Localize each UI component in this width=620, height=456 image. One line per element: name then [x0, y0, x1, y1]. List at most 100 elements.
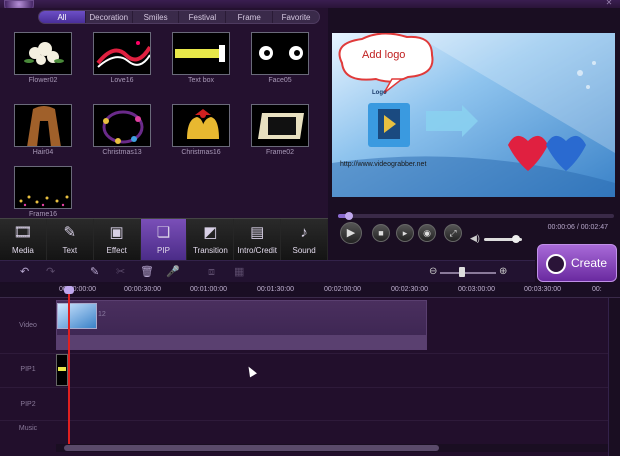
media-icon: 🎞 — [13, 224, 33, 241]
playhead[interactable] — [68, 288, 70, 444]
vertical-scrollbar[interactable] — [608, 298, 620, 456]
library-item-label: Christmas16 — [181, 149, 221, 156]
library-item-flower02[interactable]: Flower02 — [14, 32, 72, 84]
microphone-icon[interactable]: 🎤 — [166, 266, 180, 278]
stop-icon: ■ — [378, 228, 384, 238]
tab-smiles[interactable]: Smiles — [133, 11, 180, 23]
video-clip-thumbnail — [57, 303, 97, 329]
playhead-handle[interactable] — [64, 286, 74, 294]
media-button[interactable]: 🎞 Media — [0, 219, 47, 260]
bubble-text: Add logo — [362, 49, 406, 61]
library-item-face05[interactable]: Face05 — [251, 32, 309, 84]
sound-button[interactable]: ♪ Sound — [281, 219, 329, 260]
video-clip-number: 12 — [98, 311, 106, 318]
next-frame-button[interactable]: ▸ — [396, 224, 414, 242]
fullscreen-button[interactable]: ⤢ — [444, 224, 462, 242]
pip-clip[interactable] — [56, 354, 68, 386]
create-button[interactable]: Create — [537, 244, 617, 282]
horizontal-scrollbar[interactable] — [56, 444, 608, 452]
text-label: Text — [62, 246, 78, 255]
settings-icon[interactable]: ▦ — [234, 266, 244, 278]
library-item-label: Frame02 — [265, 149, 294, 156]
title-bar — [0, 0, 620, 8]
play-icon: ▶ — [346, 227, 356, 239]
transition-label: Transition — [192, 246, 228, 255]
library-item-text-box[interactable]: Text box — [172, 32, 230, 84]
transition-button[interactable]: ◩ Transition — [187, 219, 235, 260]
tab-decoration[interactable]: Decoration — [86, 11, 133, 23]
effect-button[interactable]: ▣ Effect — [94, 219, 141, 260]
frame-thumbnail — [251, 104, 309, 147]
fullscreen-icon: ⤢ — [449, 228, 457, 238]
christmas-wreath-thumbnail — [93, 104, 151, 147]
library-item-label: Frame16 — [28, 211, 57, 218]
edit-toolbar: ↶ ↷ ✎ ✂ 🗑 🎤 ⧈ ▦ ⊖ ⊕ — [0, 260, 535, 282]
intro-credit-label: Intro/Credit — [237, 246, 278, 255]
library-item-frame02[interactable]: Frame02 — [251, 104, 309, 156]
film-reel-icon — [546, 254, 566, 274]
text-icon: ✎ — [63, 224, 77, 241]
library-panel: All Decoration Smiles Festival Frame Fav… — [0, 8, 328, 218]
track-divider — [0, 420, 608, 421]
tab-frame[interactable]: Frame — [226, 11, 274, 23]
tab-all[interactable]: All — [39, 11, 86, 23]
zoom-slider[interactable] — [440, 272, 496, 274]
effect-label: Effect — [106, 246, 127, 255]
play-button[interactable]: ▶ — [340, 222, 362, 244]
ruler-tick: 00:03:00:00 — [458, 286, 495, 293]
edit-icon[interactable]: ✎ — [90, 266, 99, 278]
volume-icon[interactable]: ◀) — [470, 233, 480, 244]
library-item-christmas16[interactable]: Christmas16 — [172, 104, 230, 156]
track-label-pip1: PIP1 — [20, 366, 36, 373]
tab-favorite[interactable]: Favorite — [273, 11, 319, 23]
stop-button[interactable]: ■ — [372, 224, 390, 242]
redo-icon[interactable]: ↷ — [46, 266, 55, 278]
track-label-video: Video — [19, 322, 37, 329]
library-item-label: Face05 — [268, 77, 292, 84]
snapshot-button[interactable]: ◉ — [418, 224, 436, 242]
pip-button[interactable]: ❏ PIP — [140, 219, 188, 260]
timeline-tracks[interactable]: Video PIP1 PIP2 Music 12 — [0, 298, 620, 456]
video-clip[interactable] — [56, 300, 427, 350]
seek-bar[interactable] — [338, 212, 614, 220]
frame-sparkle-thumbnail — [14, 166, 72, 209]
crop-icon[interactable]: ⧈ — [208, 266, 215, 278]
timeline-ruler[interactable]: 00:00:00:00 00:00:30:00 00:01:00:00 00:0… — [0, 284, 620, 298]
ruler-tick: 00:01:30:00 — [257, 286, 294, 293]
preview-screen: Add logo Logo http://www.videograbber.ne… — [332, 33, 615, 197]
category-tabs: All Decoration Smiles Festival Frame Fav… — [38, 10, 320, 24]
face-thumbnail — [251, 32, 309, 75]
text-box-thumbnail — [172, 32, 230, 75]
flower-thumbnail — [14, 32, 72, 75]
love-thumbnail — [93, 32, 151, 75]
library-item-label: Text box — [187, 77, 215, 84]
ruler-tick: 00:03:30:00 — [524, 286, 561, 293]
track-label-pip2: PIP2 — [20, 401, 36, 408]
zoom-handle[interactable] — [459, 267, 465, 277]
text-button[interactable]: ✎ Text — [47, 219, 94, 260]
intro-credit-icon: ▤ — [250, 224, 265, 241]
ruler-tick: 00:02:30:00 — [391, 286, 428, 293]
library-item-christmas13[interactable]: Christmas13 — [93, 104, 151, 156]
track-divider — [0, 387, 608, 388]
christmas-bells-thumbnail — [172, 104, 230, 147]
sound-icon: ♪ — [300, 224, 308, 241]
seek-handle[interactable] — [345, 212, 354, 220]
track-label-music: Music — [18, 425, 38, 432]
delete-icon[interactable]: 🗑 — [140, 266, 154, 278]
cut-icon[interactable]: ✂ — [116, 266, 125, 278]
library-item-label: Hair04 — [32, 149, 54, 156]
library-item-hair04[interactable]: Hair04 — [14, 104, 72, 156]
create-label: Create — [571, 256, 608, 270]
undo-icon[interactable]: ↶ — [20, 266, 29, 278]
track-divider — [0, 353, 608, 354]
zoom-out-icon[interactable]: ⊖ — [429, 266, 437, 277]
library-item-label: Christmas13 — [102, 149, 142, 156]
horizontal-scroll-thumb[interactable] — [64, 445, 439, 451]
tab-festival[interactable]: Festival — [179, 11, 227, 23]
window-close-icon[interactable]: ✕ — [604, 0, 614, 7]
zoom-in-icon[interactable]: ⊕ — [499, 266, 507, 277]
intro-credit-button[interactable]: ▤ Intro/Credit — [234, 219, 282, 260]
library-item-love16[interactable]: Love16 — [93, 32, 151, 84]
library-item-frame16[interactable]: Frame16 — [14, 166, 72, 218]
